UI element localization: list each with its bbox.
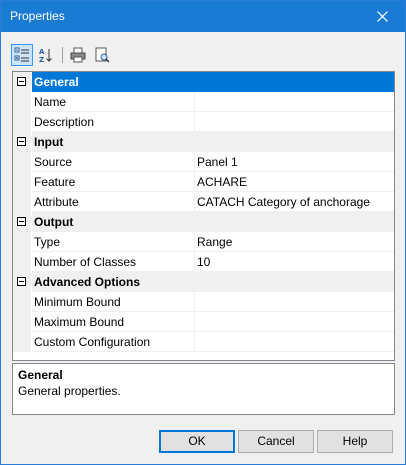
alphabetical-button[interactable]: A Z: [35, 44, 57, 66]
category-row[interactable]: Input: [13, 132, 394, 152]
property-value[interactable]: Range: [195, 232, 394, 252]
property-row[interactable]: Feature ACHARE: [13, 172, 394, 192]
collapse-icon[interactable]: [17, 137, 26, 146]
print-preview-button[interactable]: [91, 44, 113, 66]
row-gutter: [13, 132, 31, 152]
help-description: General properties.: [18, 384, 121, 398]
cancel-button[interactable]: Cancel: [238, 430, 314, 453]
close-button[interactable]: [359, 1, 405, 32]
categorized-button[interactable]: [11, 44, 33, 66]
print-icon: [70, 47, 86, 63]
row-gutter: [13, 92, 31, 112]
row-gutter: [13, 292, 31, 312]
ok-button[interactable]: OK: [159, 430, 235, 453]
row-gutter: [13, 252, 31, 272]
categorized-view-icon: [14, 47, 29, 62]
property-row[interactable]: Minimum Bound: [13, 292, 394, 312]
property-value[interactable]: 10: [195, 252, 394, 272]
svg-text:Z: Z: [39, 56, 44, 63]
property-name: Number of Classes: [32, 252, 195, 272]
properties-dialog: Properties A Z General Name Description …: [0, 0, 406, 465]
property-value[interactable]: [195, 92, 394, 112]
category-label: Advanced Options: [32, 272, 394, 292]
property-name: Maximum Bound: [32, 312, 195, 332]
row-gutter: [13, 152, 31, 172]
property-row[interactable]: Name: [13, 92, 394, 112]
row-gutter: [13, 192, 31, 212]
print-button[interactable]: [67, 44, 89, 66]
row-gutter: [13, 172, 31, 192]
close-icon: [376, 11, 388, 22]
toolbar: A Z: [9, 44, 399, 70]
category-label: Input: [32, 132, 394, 152]
row-gutter: [13, 112, 31, 132]
category-row[interactable]: General: [13, 72, 394, 92]
help-button[interactable]: Help: [317, 430, 393, 453]
category-row[interactable]: Output: [13, 212, 394, 232]
toolbar-separator: [62, 47, 63, 63]
row-gutter: [13, 272, 31, 292]
title-bar[interactable]: Properties: [1, 1, 405, 32]
collapse-icon[interactable]: [17, 217, 26, 226]
svg-text:A: A: [39, 48, 45, 56]
property-value[interactable]: CATACH Category of anchorage: [195, 192, 394, 212]
property-value[interactable]: [195, 292, 394, 312]
row-gutter: [13, 212, 31, 232]
property-row[interactable]: Description: [13, 112, 394, 132]
property-value[interactable]: [195, 112, 394, 132]
help-pane: General General properties.: [12, 363, 395, 415]
collapse-icon[interactable]: [17, 77, 26, 86]
category-label: General: [32, 72, 394, 92]
print-preview-icon: [95, 47, 110, 63]
row-gutter: [13, 72, 31, 92]
collapse-icon[interactable]: [17, 277, 26, 286]
property-grid[interactable]: General Name Description Input Source Panel 1…: [12, 71, 395, 361]
sort-alphabetical-icon: A Z: [39, 48, 52, 63]
property-name: Source: [32, 152, 195, 172]
row-gutter: [13, 332, 31, 352]
property-value[interactable]: ACHARE: [195, 172, 394, 192]
category-label: Output: [32, 212, 394, 232]
property-name: Feature: [32, 172, 195, 192]
property-name: Description: [32, 112, 195, 132]
property-row[interactable]: Custom Configuration: [13, 332, 394, 352]
property-row[interactable]: Attribute CATACH Category of anchorage: [13, 192, 394, 212]
row-gutter: [13, 312, 31, 332]
property-row[interactable]: Source Panel 1: [13, 152, 394, 172]
property-name: Name: [32, 92, 195, 112]
property-value[interactable]: Panel 1: [195, 152, 394, 172]
property-name: Type: [32, 232, 195, 252]
property-row[interactable]: Number of Classes 10: [13, 252, 394, 272]
window-title: Properties: [10, 9, 65, 23]
property-value[interactable]: [195, 312, 394, 332]
property-row[interactable]: Type Range: [13, 232, 394, 252]
property-name: Attribute: [32, 192, 195, 212]
category-row[interactable]: Advanced Options: [13, 272, 394, 292]
property-value[interactable]: [195, 332, 394, 352]
property-name: Minimum Bound: [32, 292, 195, 312]
property-name: Custom Configuration: [32, 332, 195, 352]
property-row[interactable]: Maximum Bound: [13, 312, 394, 332]
help-title: General: [18, 368, 63, 382]
row-gutter: [13, 232, 31, 252]
